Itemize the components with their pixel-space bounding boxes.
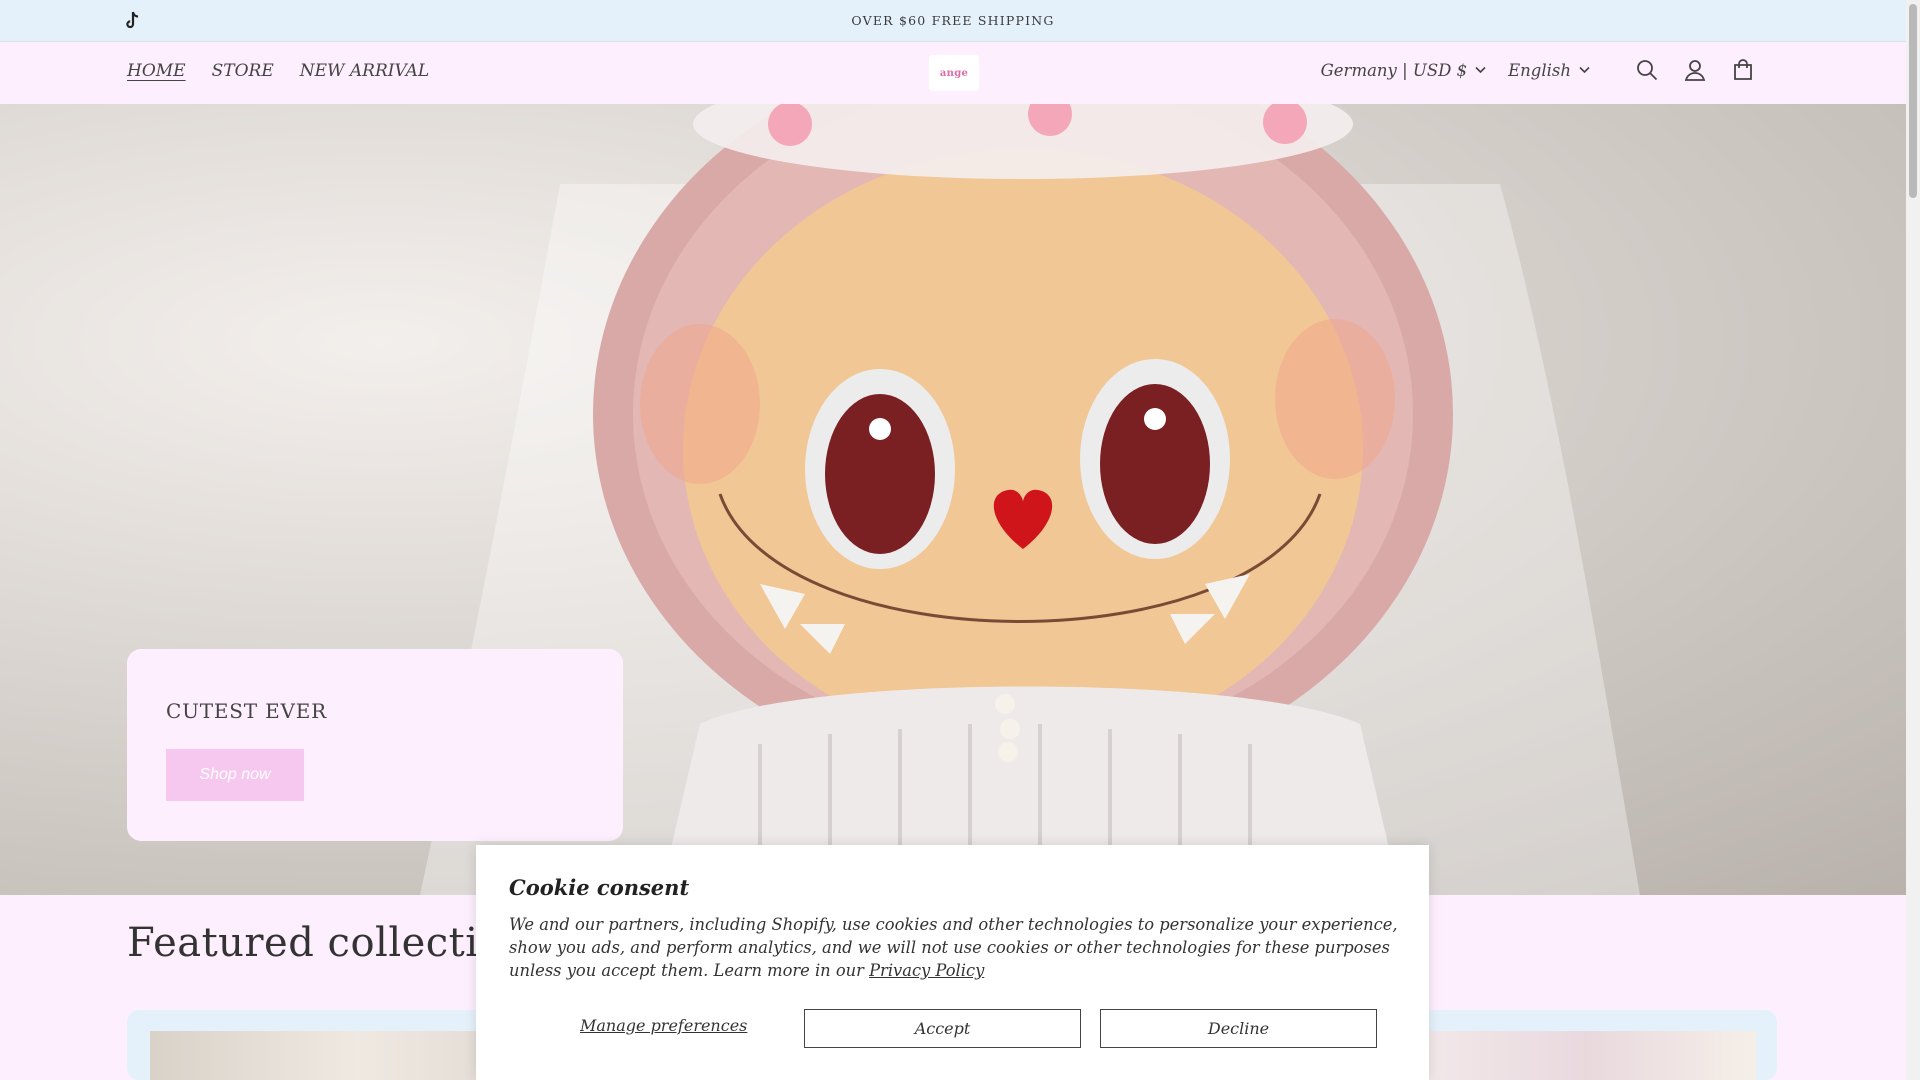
cookie-consent-dialog: Cookie consent We and our partners, incl… bbox=[476, 845, 1429, 1080]
language-selector-label: English bbox=[1508, 60, 1571, 80]
accept-button[interactable]: Accept bbox=[804, 1009, 1081, 1048]
account-icon bbox=[1684, 60, 1706, 81]
product-image[interactable] bbox=[1420, 1031, 1756, 1080]
hero-card: CUTEST EVER Shop now bbox=[127, 649, 623, 841]
shop-now-button[interactable]: Shop now bbox=[166, 749, 304, 801]
nav-store[interactable]: STORE bbox=[212, 61, 274, 81]
scrollbar-thumb[interactable] bbox=[1909, 4, 1917, 198]
country-selector-label: Germany | USD $ bbox=[1320, 60, 1468, 80]
featured-collection-title: Featured collection bbox=[127, 920, 530, 966]
product-image[interactable] bbox=[150, 1031, 495, 1080]
search-icon bbox=[1637, 60, 1658, 81]
site-logo[interactable]: ange bbox=[929, 55, 979, 91]
cart-button[interactable] bbox=[1730, 57, 1756, 83]
announcement-text: OVER $60 FREE SHIPPING bbox=[851, 13, 1055, 28]
hero-banner: CUTEST EVER Shop now bbox=[0, 104, 1906, 895]
scrollbar[interactable] bbox=[1906, 0, 1920, 1080]
chevron-down-icon bbox=[1579, 66, 1590, 74]
decline-button[interactable]: Decline bbox=[1100, 1009, 1377, 1048]
tiktok-icon[interactable] bbox=[124, 11, 142, 31]
header-utilities: Germany | USD $ English bbox=[1321, 57, 1756, 83]
announcement-bar: OVER $60 FREE SHIPPING bbox=[0, 0, 1906, 42]
chevron-down-icon bbox=[1475, 66, 1486, 74]
search-button[interactable] bbox=[1634, 57, 1660, 83]
cart-icon bbox=[1734, 59, 1752, 80]
nav-new-arrival[interactable]: NEW ARRIVAL bbox=[300, 61, 429, 81]
logo-text: ange bbox=[939, 67, 969, 79]
privacy-policy-link[interactable]: Privacy Policy bbox=[869, 961, 984, 980]
site-header: HOME STORE NEW ARRIVAL ange Germany | US… bbox=[0, 43, 1906, 104]
cookie-text: We and our partners, including Shopify, … bbox=[509, 913, 1399, 982]
language-selector[interactable]: English bbox=[1508, 61, 1590, 80]
manage-preferences-button[interactable]: Manage preferences bbox=[580, 1016, 747, 1035]
nav-home[interactable]: HOME bbox=[127, 61, 186, 81]
main-nav: HOME STORE NEW ARRIVAL bbox=[127, 61, 429, 81]
country-selector[interactable]: Germany | USD $ bbox=[1321, 61, 1487, 80]
cookie-title: Cookie consent bbox=[509, 875, 690, 900]
hero-title: CUTEST EVER bbox=[166, 699, 327, 723]
account-button[interactable] bbox=[1682, 57, 1708, 83]
